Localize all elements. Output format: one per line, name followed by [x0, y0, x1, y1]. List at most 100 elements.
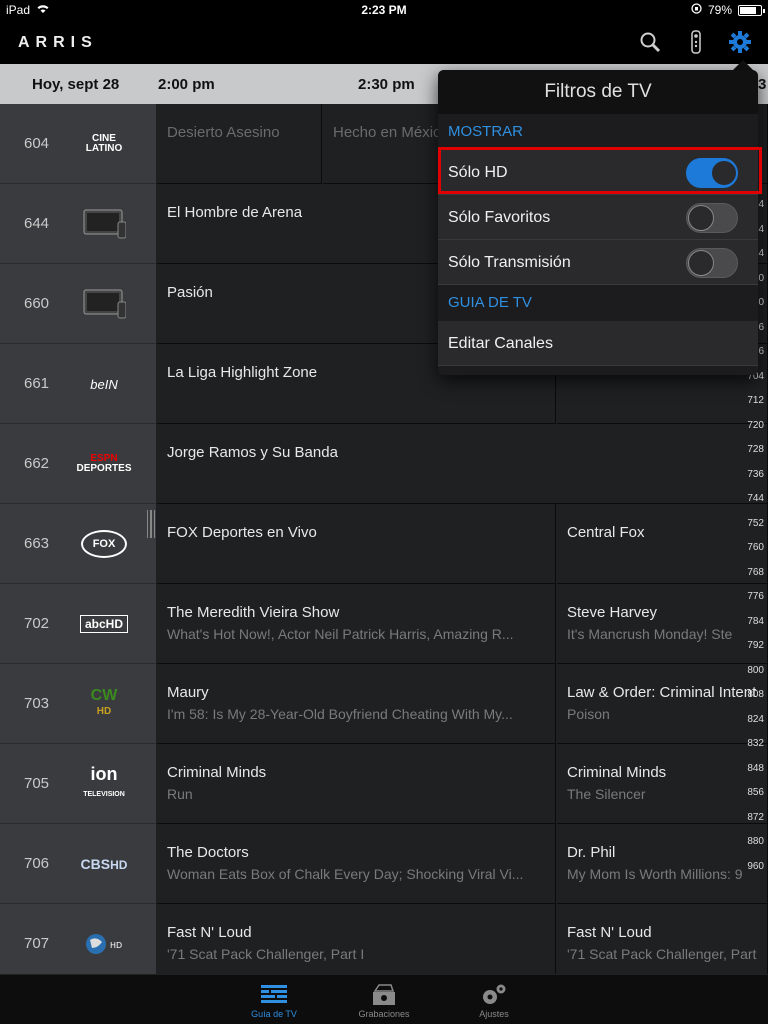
index-entry[interactable]: 712 [747, 395, 764, 406]
program-cell[interactable]: The Doctors Woman Eats Box of Chalk Every… [157, 824, 556, 904]
program-cell[interactable]: Central Fox [557, 504, 768, 584]
channel-number: 703 [24, 695, 50, 712]
channel-logo [76, 204, 132, 244]
program-title: Jorge Ramos y Su Banda [167, 444, 338, 461]
channel-row[interactable]: 703 CW HD [0, 664, 156, 744]
index-entry[interactable]: 776 [747, 591, 764, 602]
channel-number: 663 [24, 535, 50, 552]
index-entry[interactable]: 0 [758, 273, 764, 284]
channel-logo: ion TELEVISION [83, 763, 125, 798]
channel-row[interactable]: 705 ion TELEVISION [0, 744, 156, 824]
channel-row[interactable]: 661 beIN [0, 344, 156, 424]
channel-logo: abcHD [76, 604, 132, 644]
toggle-broadcast-only[interactable] [686, 248, 738, 278]
search-icon[interactable] [636, 28, 664, 56]
channel-row[interactable]: 662 ESPN DEPORTES [0, 424, 156, 504]
channel-number: 705 [24, 775, 50, 792]
program-subtitle: '71 Scat Pack Challenger, Part I [167, 946, 365, 962]
index-entry[interactable]: 960 [747, 861, 764, 872]
program-cell[interactable]: The Meredith Vieira Show What's Hot Now!,… [157, 584, 556, 664]
svg-text:HD: HD [110, 941, 122, 950]
index-entry[interactable]: 784 [747, 616, 764, 627]
edit-channels-button[interactable]: Editar Canales [438, 321, 758, 366]
index-entry[interactable]: 792 [747, 640, 764, 651]
gear-icon[interactable] [726, 28, 754, 56]
toggle-favorites-only[interactable] [686, 203, 738, 233]
program-cell[interactable]: Steve Harvey It's Mancrush Monday! Ste [557, 584, 768, 664]
program-cell[interactable]: Desierto Asesino [157, 104, 322, 184]
index-entry[interactable]: 768 [747, 567, 764, 578]
index-entry[interactable]: 800 [747, 665, 764, 676]
program-subtitle: The Silencer [567, 786, 646, 802]
rotation-lock-icon [691, 3, 702, 17]
program-cell[interactable]: Criminal Minds Run [157, 744, 556, 824]
tab-settings[interactable]: Ajustes [454, 981, 534, 1019]
tv-filters-popover: Filtros de TV MOSTRAR Sólo HD Sólo Favor… [438, 70, 758, 375]
index-entry[interactable]: 856 [747, 787, 764, 798]
channel-row[interactable]: 663 FOX [0, 504, 156, 584]
time-slot-2: 2:30 pm [358, 76, 415, 93]
channel-logo: HD [76, 924, 132, 964]
index-entry[interactable]: 752 [747, 518, 764, 529]
index-entry[interactable]: 832 [747, 738, 764, 749]
program-subtitle: Woman Eats Box of Chalk Every Day; Shock… [167, 866, 524, 882]
index-entry[interactable]: 760 [747, 542, 764, 553]
program-title: The Meredith Vieira Show [167, 604, 340, 621]
program-title: Central Fox [567, 524, 645, 541]
index-entry[interactable]: 872 [747, 812, 764, 823]
index-entry[interactable]: 824 [747, 714, 764, 725]
remote-icon[interactable] [682, 28, 710, 56]
program-cell[interactable]: Criminal Minds The Silencer [557, 744, 768, 824]
channel-row[interactable]: 644 [0, 184, 156, 264]
channel-row[interactable]: 604 CINE LATINO [0, 104, 156, 184]
toggle-hd-only[interactable] [686, 158, 738, 188]
index-entry[interactable]: 0 [758, 297, 764, 308]
index-entry[interactable]: 880 [747, 836, 764, 847]
program-cell[interactable]: Maury I'm 58: Is My 28-Year-Old Boyfriend… [157, 664, 556, 744]
index-entry[interactable]: 4 [758, 248, 764, 259]
channel-column: 604 CINE LATINO 644 660 661 beIN 662 ESPN DEPORTE… [0, 104, 156, 974]
program-cell[interactable]: Dr. Phil My Mom Is Worth Millions: 9 [557, 824, 768, 904]
channel-row[interactable]: 660 [0, 264, 156, 344]
channel-number: 644 [24, 215, 50, 232]
program-cell[interactable]: Law & Order: Criminal Intent Poison [557, 664, 768, 744]
index-entry[interactable]: 848 [747, 763, 764, 774]
date-label: Hoy, sept 28 [32, 76, 120, 93]
channel-row[interactable]: 702 abcHD [0, 584, 156, 664]
index-entry[interactable]: 744 [747, 493, 764, 504]
index-entry[interactable]: 6 [758, 322, 764, 333]
program-title: Fast N' Loud [167, 924, 252, 941]
index-entry[interactable]: 4 [758, 224, 764, 235]
program-cell[interactable]: Fast N' Loud '71 Scat Pack Challenger, Pa… [157, 904, 556, 974]
battery-icon [738, 4, 765, 16]
program-title: The Doctors [167, 844, 249, 861]
status-time: 2:23 PM [361, 3, 407, 17]
channel-number: 662 [24, 455, 50, 472]
tab-guide[interactable]: Guía de TV [234, 981, 314, 1019]
popover-arrow [733, 60, 753, 70]
guide-icon [234, 981, 314, 1009]
index-entry[interactable]: 728 [747, 444, 764, 455]
channel-row[interactable]: 706 CBSHD [0, 824, 156, 904]
tab-recordings[interactable]: Grabaciones [344, 981, 424, 1019]
channel-logo: CW HD [90, 687, 118, 718]
index-entry[interactable]: 4 [758, 199, 764, 210]
tab-label: Grabaciones [358, 1009, 410, 1019]
resize-handle[interactable] [147, 510, 155, 538]
program-title: Maury [167, 684, 209, 701]
index-entry[interactable]: 736 [747, 469, 764, 480]
filter-favorites-only[interactable]: Sólo Favoritos [438, 195, 758, 240]
index-entry[interactable]: 720 [747, 420, 764, 431]
settings-icon [454, 981, 534, 1009]
program-title: FOX Deportes en Vivo [167, 524, 317, 541]
channel-row[interactable]: 707 HD [0, 904, 156, 974]
index-entry[interactable]: 6 [758, 346, 764, 357]
recordings-icon [344, 981, 424, 1009]
filter-broadcast-only[interactable]: Sólo Transmisión [438, 240, 758, 285]
program-cell[interactable]: FOX Deportes en Vivo [157, 504, 556, 584]
channel-logo: beIN [90, 376, 118, 392]
program-cell[interactable]: Jorge Ramos y Su Banda [157, 424, 768, 504]
program-cell[interactable]: Fast N' Loud '71 Scat Pack Challenger, Pa… [557, 904, 768, 974]
filter-hd-only[interactable]: Sólo HD [438, 150, 758, 195]
index-entry[interactable]: 808 [747, 689, 764, 700]
